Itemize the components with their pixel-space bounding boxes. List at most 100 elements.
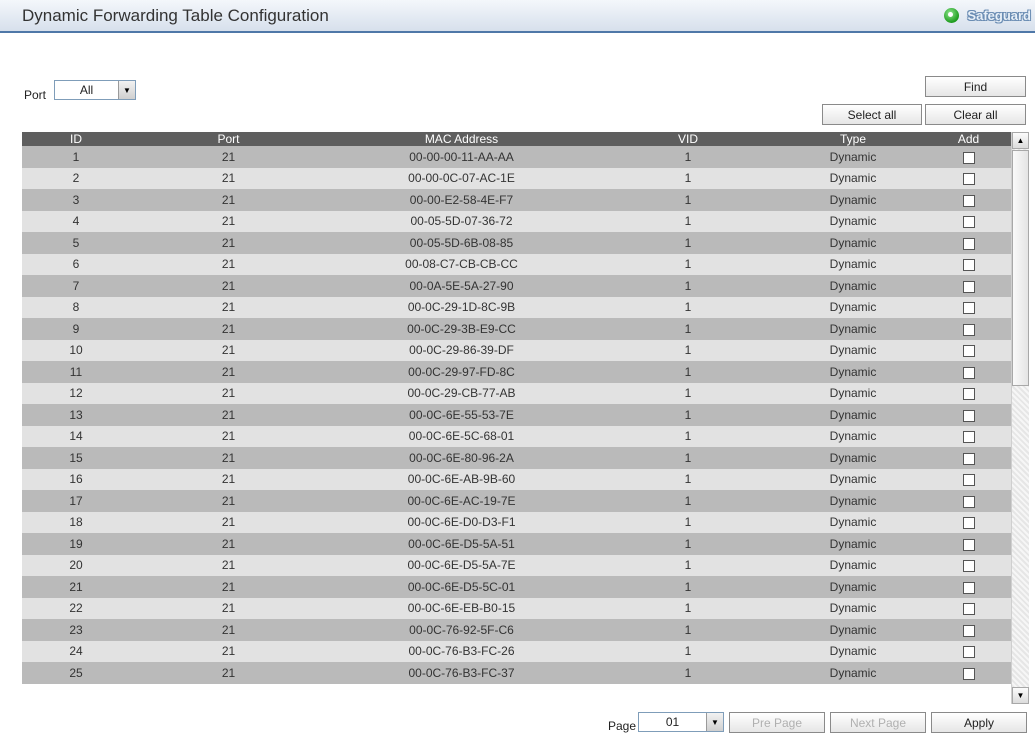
cell-add (926, 253, 1011, 275)
cell-type: Dynamic (780, 425, 926, 447)
chevron-down-icon[interactable]: ▼ (706, 713, 723, 731)
cell-port: 21 (130, 468, 327, 490)
cell-id: 3 (22, 189, 130, 211)
cell-type: Dynamic (780, 404, 926, 426)
cell-vid: 1 (596, 339, 780, 361)
cell-add (926, 232, 1011, 254)
cell-mac-address: 00-0C-6E-D5-5A-7E (327, 554, 596, 576)
forwarding-table-container: ID Port MAC Address VID Type Add 1 21 00-0… (22, 132, 1030, 706)
clear-all-button[interactable]: Clear all (925, 104, 1026, 125)
table-row: 15 21 00-0C-6E-80-96-2A 1 Dynamic (22, 447, 1011, 469)
cell-id: 1 (22, 146, 130, 168)
cell-vid: 1 (596, 447, 780, 469)
scrollbar-thumb[interactable] (1012, 150, 1029, 386)
cell-id: 5 (22, 232, 130, 254)
add-checkbox[interactable] (962, 302, 975, 315)
cell-add (926, 167, 1011, 189)
add-checkbox[interactable] (962, 216, 975, 229)
cell-type: Dynamic (780, 275, 926, 297)
cell-mac-address: 00-0C-29-86-39-DF (327, 339, 596, 361)
port-select[interactable]: All ▼ (54, 80, 136, 100)
cell-id: 24 (22, 640, 130, 662)
add-checkbox[interactable] (962, 323, 975, 336)
cell-add (926, 511, 1011, 533)
cell-add (926, 619, 1011, 641)
table-body: 1 21 00-00-00-11-AA-AA 1 Dynamic 2 21 00-00-0C-… (22, 146, 1011, 684)
cell-add (926, 404, 1011, 426)
cell-type: Dynamic (780, 576, 926, 598)
add-checkbox[interactable] (962, 409, 975, 422)
cell-port: 21 (130, 576, 327, 598)
cell-mac-address: 00-0A-5E-5A-27-90 (327, 275, 596, 297)
add-checkbox[interactable] (962, 581, 975, 594)
apply-button[interactable]: Apply (931, 712, 1027, 733)
scroll-up-arrow-icon[interactable]: ▲ (1012, 132, 1029, 149)
cell-vid: 1 (596, 533, 780, 555)
port-select-value: All (79, 83, 94, 97)
add-checkbox[interactable] (962, 194, 975, 207)
add-checkbox[interactable] (962, 474, 975, 487)
cell-mac-address: 00-05-5D-07-36-72 (327, 210, 596, 232)
cell-mac-address: 00-0C-6E-80-96-2A (327, 447, 596, 469)
pre-page-button[interactable]: Pre Page (729, 712, 825, 733)
cell-mac-address: 00-0C-6E-D5-5A-51 (327, 533, 596, 555)
select-all-button[interactable]: Select all (822, 104, 922, 125)
add-checkbox[interactable] (962, 646, 975, 659)
cell-id: 13 (22, 404, 130, 426)
add-checkbox[interactable] (962, 259, 975, 272)
cell-port: 21 (130, 253, 327, 275)
add-checkbox[interactable] (962, 538, 975, 551)
cell-add (926, 468, 1011, 490)
add-checkbox[interactable] (962, 237, 975, 250)
add-checkbox[interactable] (962, 452, 975, 465)
cell-vid: 1 (596, 253, 780, 275)
add-checkbox[interactable] (962, 173, 975, 186)
chevron-down-icon[interactable]: ▼ (118, 81, 135, 99)
cell-id: 4 (22, 210, 130, 232)
cell-add (926, 447, 1011, 469)
cell-add (926, 146, 1011, 168)
add-checkbox[interactable] (962, 517, 975, 530)
forwarding-table: ID Port MAC Address VID Type Add 1 21 00-0… (22, 132, 1011, 684)
port-label: Port (24, 88, 47, 102)
cell-mac-address: 00-0C-76-B3-FC-26 (327, 640, 596, 662)
page-select[interactable]: 01 ▼ (638, 712, 724, 732)
add-checkbox[interactable] (962, 280, 975, 293)
cell-vid: 1 (596, 167, 780, 189)
table-row: 8 21 00-0C-29-1D-8C-9B 1 Dynamic (22, 296, 1011, 318)
find-button[interactable]: Find (925, 76, 1026, 97)
cell-vid: 1 (596, 640, 780, 662)
add-checkbox[interactable] (962, 366, 975, 379)
table-row: 20 21 00-0C-6E-D5-5A-7E 1 Dynamic (22, 554, 1011, 576)
add-checkbox[interactable] (962, 624, 975, 637)
cell-mac-address: 00-00-E2-58-4E-F7 (327, 189, 596, 211)
cell-vid: 1 (596, 662, 780, 684)
add-checkbox[interactable] (962, 560, 975, 573)
add-checkbox[interactable] (962, 495, 975, 508)
add-checkbox[interactable] (962, 431, 975, 444)
table-scrollbar[interactable]: ▲ ▼ (1011, 132, 1029, 704)
cell-mac-address: 00-0C-6E-D5-5C-01 (327, 576, 596, 598)
column-header-type: Type (780, 132, 926, 146)
add-checkbox[interactable] (962, 151, 975, 164)
safeguard-indicator[interactable]: Safeguard (944, 8, 1031, 23)
cell-type: Dynamic (780, 447, 926, 469)
table-row: 3 21 00-00-E2-58-4E-F7 1 Dynamic (22, 189, 1011, 211)
scroll-down-arrow-icon[interactable]: ▼ (1012, 687, 1029, 704)
add-checkbox[interactable] (962, 603, 975, 616)
next-page-button[interactable]: Next Page (830, 712, 926, 733)
column-header-vid: VID (596, 132, 780, 146)
add-checkbox[interactable] (962, 667, 975, 680)
column-header-id: ID (22, 132, 130, 146)
cell-vid: 1 (596, 425, 780, 447)
cell-mac-address: 00-0C-76-B3-FC-37 (327, 662, 596, 684)
table-row: 24 21 00-0C-76-B3-FC-26 1 Dynamic (22, 640, 1011, 662)
title-bar: Dynamic Forwarding Table Configuration S… (0, 0, 1035, 33)
table-row: 17 21 00-0C-6E-AC-19-7E 1 Dynamic (22, 490, 1011, 512)
cell-type: Dynamic (780, 533, 926, 555)
table-header-row: ID Port MAC Address VID Type Add (22, 132, 1011, 146)
add-checkbox[interactable] (962, 345, 975, 358)
cell-port: 21 (130, 296, 327, 318)
add-checkbox[interactable] (962, 388, 975, 401)
cell-port: 21 (130, 318, 327, 340)
